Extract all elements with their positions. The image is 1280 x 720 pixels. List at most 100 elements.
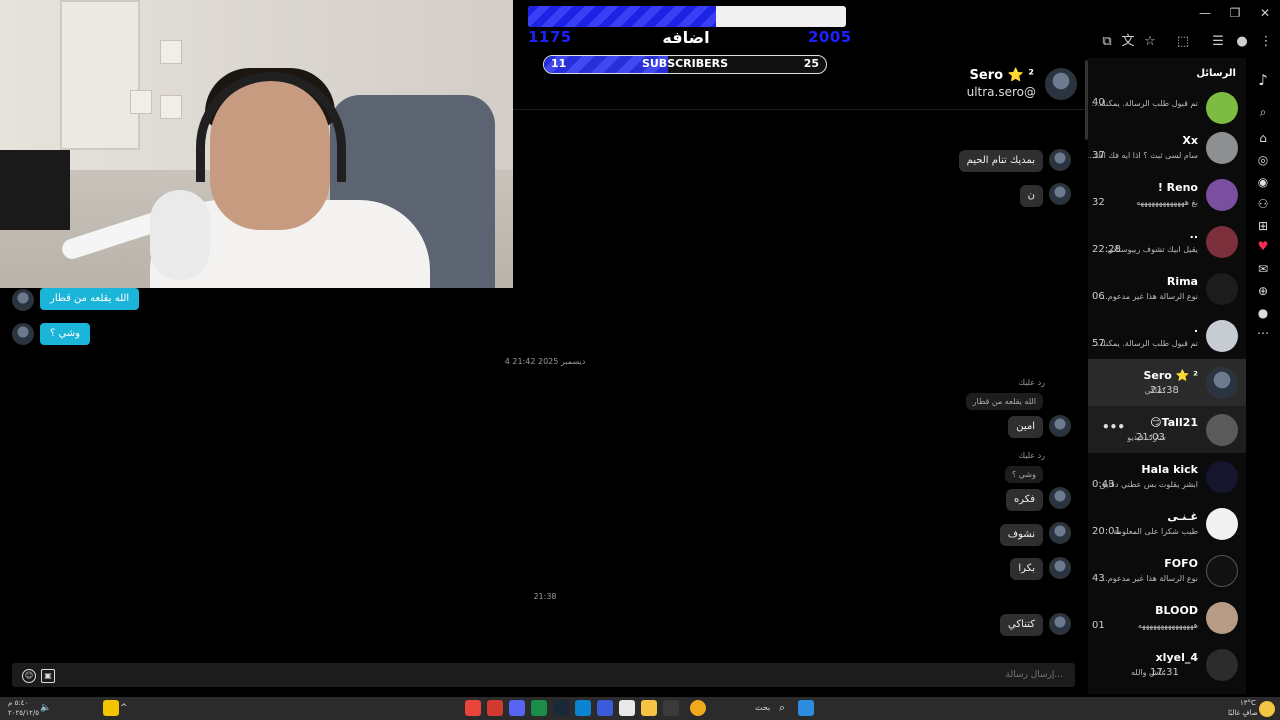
time-separator: 21:38 (533, 592, 557, 601)
conversation-item[interactable]: Rima نوع الرسالة هذا غير مدعوم... 06 (1088, 265, 1246, 312)
message-bubble-outgoing[interactable]: امين (1008, 416, 1043, 438)
message-avatar (1049, 487, 1071, 509)
more-options-icon[interactable]: ••• (1102, 420, 1125, 434)
tray-app-icon[interactable] (103, 700, 119, 716)
taskbar-clock-time[interactable]: ٥:٤٠ م (8, 699, 28, 707)
close-icon[interactable]: ✕ (1250, 6, 1280, 22)
translate-icon[interactable]: 文 (1120, 34, 1136, 50)
battle-left-score: 1175 (528, 28, 572, 46)
avatar (1206, 226, 1238, 258)
message-avatar (1049, 183, 1071, 205)
conversation-item-active[interactable]: Sero ⭐ ² كنتاكي 21:38 (1088, 359, 1246, 406)
install-app-icon[interactable]: ⧉ (1099, 34, 1115, 50)
chrome-icon[interactable] (465, 700, 481, 716)
conversation-item[interactable]: xlyel_4 عاش والله 17:31 (1088, 641, 1246, 688)
battle-progress-bar (528, 6, 846, 27)
more-icon[interactable]: ⋯ (1255, 325, 1271, 341)
create-icon[interactable]: ⊕ (1255, 283, 1271, 299)
steam-icon[interactable] (553, 700, 569, 716)
avatar (1206, 508, 1238, 540)
conversation-item[interactable]: .. يقيل ابيك تشوف ريبوستاتي 22:28 (1088, 218, 1246, 265)
tray-expand-icon[interactable]: ^ (120, 703, 128, 713)
conversation-item[interactable]: Xx سام لسى ثبث ؟ اذا ايه فك الك... 37 (1088, 124, 1246, 171)
live-icon[interactable]: ◉ (1255, 174, 1271, 190)
home-icon[interactable]: ⌂ (1255, 130, 1271, 146)
conversation-item[interactable]: FOFO نوع الرسالة هذا غير مدعوم... 43 (1088, 547, 1246, 594)
message-avatar (12, 323, 34, 345)
subscriber-label: SUBSCRIBERS (641, 57, 729, 70)
message-composer (12, 663, 1075, 687)
messages-icon[interactable]: ✉ (1255, 261, 1271, 277)
more-menu-icon[interactable]: ⋮ (1258, 34, 1274, 50)
conversation-item[interactable]: BLOOD هههههههههههههههه 01 (1088, 594, 1246, 641)
discord-icon[interactable] (509, 700, 525, 716)
avatar (1206, 649, 1238, 681)
weather-temperature[interactable]: ١٣°C (1240, 699, 1256, 707)
taskbar-clock-date[interactable]: ٢٠٢٥/١٢/٥ (8, 709, 39, 717)
maximize-icon[interactable]: ❐ (1220, 6, 1250, 22)
weather-widget-icon[interactable] (690, 700, 706, 716)
activity-icon[interactable]: ♥ (1255, 238, 1271, 254)
avatar (1206, 179, 1238, 211)
profile-icon[interactable]: ● (1234, 34, 1250, 50)
volume-icon[interactable]: 🔈 (40, 703, 51, 713)
message-bubble-outgoing[interactable]: بمديك تنام الحيم (958, 150, 1043, 172)
image-upload-icon[interactable]: ▣ (41, 669, 55, 683)
avatar (1206, 461, 1238, 493)
message-bubble-outgoing[interactable]: كتناكي (1000, 614, 1043, 636)
message-bubble-outgoing[interactable]: فكره (1005, 489, 1043, 511)
reading-list-icon[interactable]: ☰ (1210, 34, 1226, 50)
taskbar-app-icon[interactable] (531, 700, 547, 716)
avatar (1206, 132, 1238, 164)
profile-avatar-icon[interactable]: ● (1255, 305, 1271, 321)
edge-icon[interactable] (575, 700, 591, 716)
message-bubble-outgoing[interactable]: بكرا (1010, 558, 1043, 580)
avatar (1206, 414, 1238, 446)
message-avatar (12, 289, 34, 311)
avatar (1206, 602, 1238, 634)
file-explorer-icon[interactable] (641, 700, 657, 716)
taskbar-search-icon[interactable]: ⌕ (779, 701, 785, 715)
message-avatar (1049, 149, 1071, 171)
message-bubble-outgoing[interactable]: نشوف (999, 524, 1043, 546)
conversation-item-hover[interactable]: 😏Tall21 شارك فيديو 21:03 ••• (1088, 406, 1246, 453)
header-divider (513, 109, 1088, 110)
following-icon[interactable]: ⚇ (1255, 196, 1271, 212)
message-bubble-outgoing[interactable]: ن (1019, 185, 1043, 207)
chat-contact-handle: ultra.sero@ (966, 85, 1036, 99)
messages-title: الرسائل (1196, 68, 1236, 79)
start-menu-icon[interactable] (798, 700, 814, 716)
explore-icon[interactable]: ◎ (1255, 152, 1271, 168)
taskbar-app-icon[interactable] (663, 700, 679, 716)
chat-contact-name: Sero ⭐ ² (969, 68, 1034, 83)
bookmark-star-icon[interactable]: ☆ (1142, 34, 1158, 50)
minimize-icon[interactable]: — (1190, 6, 1220, 22)
battle-right-score: 2005 (808, 28, 852, 46)
calendar-icon[interactable] (619, 700, 635, 716)
reply-quote[interactable]: وشي ؟ (1004, 466, 1043, 483)
message-bubble-incoming[interactable]: وشي ؟ (40, 323, 91, 345)
conversation-item[interactable]: Hala kick ابشر يقلوت بس عطني دقايق 0:43 (1088, 453, 1246, 500)
upload-icon[interactable]: ⊞ (1255, 218, 1271, 234)
message-avatar (1049, 415, 1071, 437)
tiktok-logo-icon[interactable]: ♪ (1255, 72, 1271, 88)
message-input[interactable] (163, 663, 1063, 687)
battle-title: اضافه (662, 28, 710, 47)
weather-description[interactable]: صافٍ غالبًا (1228, 709, 1258, 717)
extensions-icon[interactable]: ⬚ (1175, 34, 1191, 50)
date-separator: 4 ديسمبر 2025 21:42 (504, 357, 586, 366)
taskbar-search-label[interactable]: بحث (755, 703, 770, 712)
conversation-item[interactable]: . تم قبول طلب الرسالة. يمكنك... 57 (1088, 312, 1246, 359)
conversation-item[interactable]: غـنـى طيب شكرا على المعلومة 20:01 (1088, 500, 1246, 547)
taskbar-app-icon[interactable] (597, 700, 613, 716)
search-icon[interactable]: ⌕ (1255, 104, 1271, 120)
taskbar-app-icon[interactable] (487, 700, 503, 716)
reply-quote[interactable]: الله يقلعه من قطار (965, 393, 1043, 410)
emoji-icon[interactable]: ☺ (22, 669, 36, 683)
reply-note: رد عليك (1018, 451, 1045, 460)
chat-contact-avatar[interactable] (1045, 68, 1077, 100)
message-avatar (1049, 557, 1071, 579)
message-bubble-incoming[interactable]: الله يقلعه من قطار (40, 288, 140, 310)
conversation-item[interactable]: ! Reno بغ هههههههههههههه 32 (1088, 171, 1246, 218)
avatar (1206, 320, 1238, 352)
